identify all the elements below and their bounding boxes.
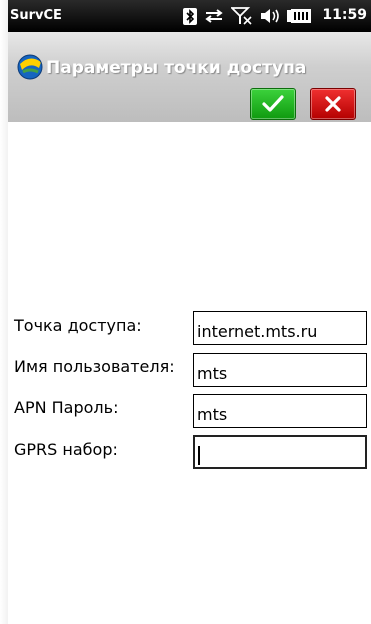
window-title: Параметры точки доступа bbox=[46, 58, 307, 78]
gprs-dial-label: GPRS набор: bbox=[14, 440, 118, 459]
screen: SurvCE 11:59 Параметры точки доступа Точ… bbox=[8, 0, 371, 624]
checkmark-icon bbox=[262, 95, 284, 112]
text-caret bbox=[198, 446, 200, 465]
battery-icon[interactable] bbox=[287, 9, 311, 23]
ok-button[interactable] bbox=[250, 88, 296, 120]
status-bar: SurvCE 11:59 bbox=[8, 0, 371, 32]
status-app-name[interactable]: SurvCE bbox=[10, 8, 62, 23]
close-icon bbox=[325, 96, 341, 112]
title-bar: Параметры точки доступа bbox=[8, 32, 371, 122]
speaker-icon[interactable] bbox=[260, 8, 280, 24]
data-sync-icon[interactable] bbox=[204, 8, 224, 24]
access-point-field[interactable]: internet.mts.ru bbox=[193, 311, 367, 345]
username-label: Имя пользователя: bbox=[14, 357, 175, 376]
cancel-button[interactable] bbox=[310, 88, 356, 120]
apn-password-label: APN Пароль: bbox=[14, 398, 119, 417]
access-point-label: Точка доступа: bbox=[14, 316, 142, 335]
bluetooth-icon[interactable] bbox=[183, 7, 197, 25]
status-icons bbox=[183, 7, 311, 25]
apn-password-field[interactable]: mts bbox=[193, 394, 367, 428]
status-clock[interactable]: 11:59 bbox=[322, 7, 367, 23]
username-field[interactable]: mts bbox=[193, 353, 367, 387]
gprs-dial-field[interactable] bbox=[193, 435, 367, 469]
screen-edge bbox=[0, 0, 8, 624]
signal-off-icon[interactable] bbox=[231, 7, 253, 25]
survce-logo-icon bbox=[14, 50, 46, 82]
